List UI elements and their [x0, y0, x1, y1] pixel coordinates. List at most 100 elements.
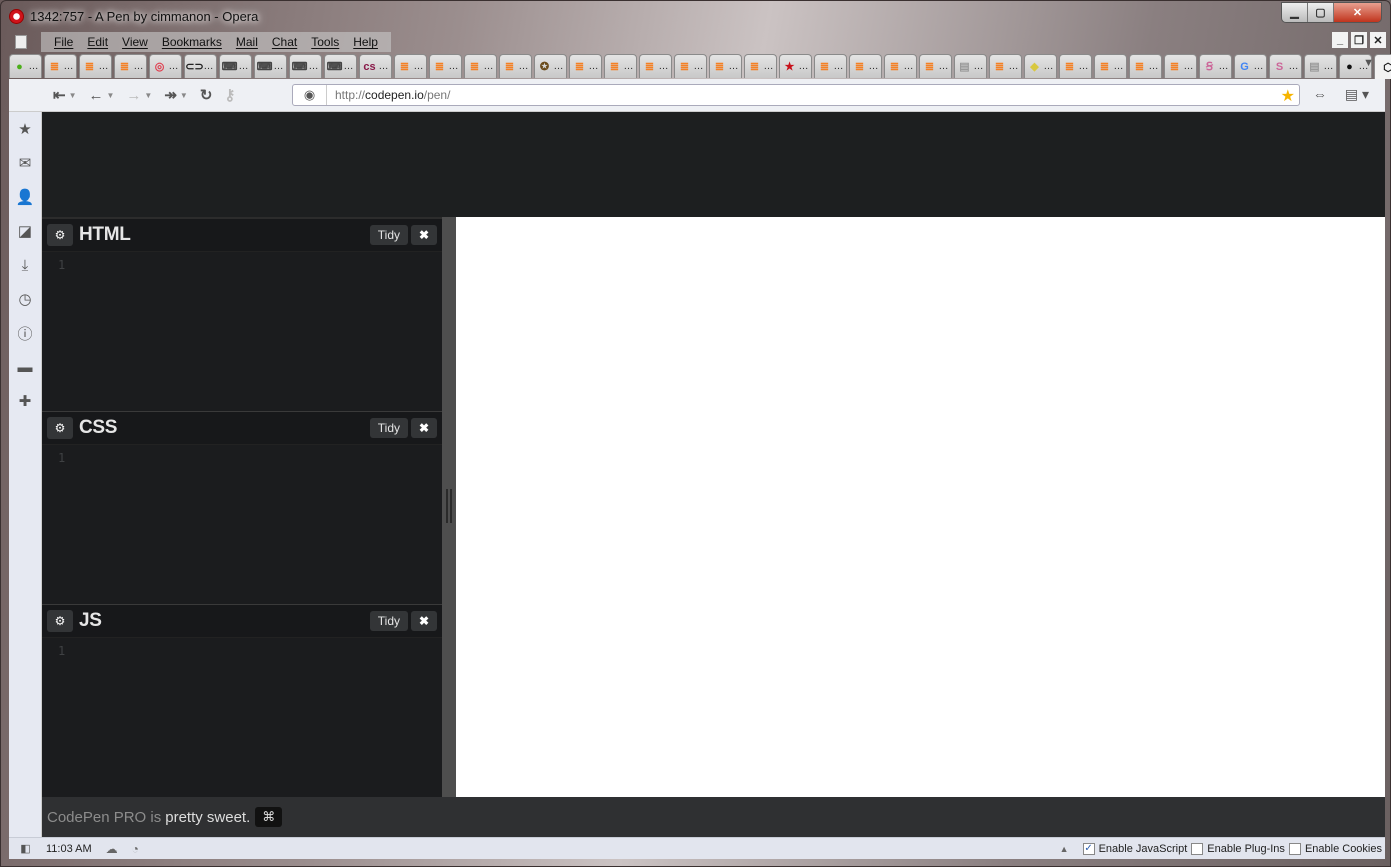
browser-tab[interactable]: ●…	[9, 54, 42, 78]
preview-pane[interactable]	[456, 217, 1385, 797]
browser-tab[interactable]: ⌨…	[219, 54, 252, 78]
enable-cookies-toggle[interactable]: Enable Cookies	[1288, 842, 1382, 855]
minimize-button[interactable]: ▁	[1282, 3, 1308, 22]
fit-to-width-icon[interactable]: ⇔	[1313, 86, 1327, 103]
back-button[interactable]: ← ▼	[89, 87, 115, 104]
code-editor-input[interactable]: 1	[42, 638, 442, 797]
browser-tab[interactable]: ≣…	[674, 54, 707, 78]
dropdown-arrow-icon[interactable]: ▼	[69, 91, 77, 100]
browser-tab[interactable]: ✪…	[534, 54, 567, 78]
menu-help[interactable]: Help	[346, 35, 385, 49]
chat-bubble-icon[interactable]: ▬	[9, 350, 41, 384]
close-editor-icon[interactable]: ✖	[411, 611, 437, 631]
close-window-button[interactable]: ✕	[1334, 3, 1381, 22]
settings-gear-icon[interactable]: ⚙	[47, 224, 73, 246]
contacts-icon[interactable]: 👤	[9, 180, 41, 214]
browser-tab[interactable]: ⌨…	[254, 54, 287, 78]
expand-up-icon[interactable]: ▲	[1060, 844, 1069, 854]
browser-tab[interactable]: ≣…	[1164, 54, 1197, 78]
browser-tab[interactable]: cs…	[359, 54, 392, 78]
reload-button[interactable]: ↻	[200, 86, 213, 104]
downloads-icon[interactable]: ⤓	[9, 248, 41, 282]
page-menu-icon[interactable]	[15, 35, 27, 49]
resize-grip-icon[interactable]	[446, 489, 452, 523]
enable-cookies-checkbox[interactable]	[1288, 842, 1301, 855]
browser-tab[interactable]: ≣…	[989, 54, 1022, 78]
forward-button[interactable]: → ▼	[126, 87, 152, 104]
browser-tab[interactable]: ≣…	[1129, 54, 1162, 78]
address-bar[interactable]: ◉ http://codepen.io/pen/ ★	[292, 84, 1300, 106]
browser-tab[interactable]: ≣…	[604, 54, 637, 78]
browser-tab[interactable]: ≣…	[849, 54, 882, 78]
pane-resizer[interactable]	[442, 217, 456, 797]
enable-plugins-toggle[interactable]: Enable Plug-Ins	[1191, 842, 1285, 855]
menu-chat[interactable]: Chat	[265, 35, 304, 49]
bookmarks-star-icon[interactable]: ★	[9, 112, 41, 146]
settings-gear-icon[interactable]: ⚙	[47, 610, 73, 632]
browser-tab[interactable]: ≣…	[639, 54, 672, 78]
menu-edit[interactable]: Edit	[80, 35, 115, 49]
mail-icon[interactable]: ✉	[9, 146, 41, 180]
fast-forward-button[interactable]: ↠ ▼	[164, 86, 188, 104]
browser-tab[interactable]: ⬡…	[1374, 54, 1391, 79]
toggle-panel-icon[interactable]: ◧	[9, 842, 42, 855]
browser-tab[interactable]: ≣…	[569, 54, 602, 78]
opera-logo-icon[interactable]	[9, 8, 24, 24]
browser-tab[interactable]: ▤…	[954, 54, 987, 78]
dropdown-arrow-icon[interactable]: ▼	[107, 91, 115, 100]
browser-tab[interactable]: ≣…	[744, 54, 777, 78]
close-editor-icon[interactable]: ✖	[411, 225, 437, 245]
browser-tab[interactable]: ≣…	[499, 54, 532, 78]
rewind-button[interactable]: ⇤ ▼	[53, 86, 77, 104]
tab-list-dropdown-icon[interactable]: ▼	[1363, 57, 1374, 69]
browser-tab[interactable]: ≣…	[464, 54, 497, 78]
dropdown-arrow-icon[interactable]: ▼	[180, 91, 188, 100]
dropdown-arrow-icon[interactable]: ▼	[144, 91, 152, 100]
browser-tab[interactable]: ≣…	[709, 54, 742, 78]
url-text[interactable]: http://codepen.io/pen/	[327, 88, 450, 102]
code-editor-input[interactable]: 1	[42, 445, 442, 604]
menu-file[interactable]: File	[47, 35, 80, 49]
wand-button[interactable]: ⚷	[224, 86, 235, 104]
enable-plugins-checkbox[interactable]	[1191, 842, 1204, 855]
browser-tab[interactable]: ≣…	[429, 54, 462, 78]
browser-tab[interactable]: ≣…	[79, 54, 112, 78]
doc-restore-button[interactable]: ❐	[1351, 32, 1367, 48]
browser-tab[interactable]: ★…	[779, 54, 812, 78]
tidy-button[interactable]: Tidy	[369, 611, 408, 631]
browser-tab[interactable]: ≣…	[884, 54, 917, 78]
doc-minimize-button[interactable]: _	[1332, 32, 1348, 48]
close-editor-icon[interactable]: ✖	[411, 418, 437, 438]
tidy-button[interactable]: Tidy	[369, 225, 408, 245]
doc-close-button[interactable]: ✕	[1370, 32, 1386, 48]
browser-tab[interactable]: ≣…	[394, 54, 427, 78]
maximize-button[interactable]: ▢	[1308, 3, 1334, 22]
browser-tab[interactable]: ⌨…	[324, 54, 357, 78]
opera-unite-cloud-icon[interactable]: ☁	[106, 842, 118, 856]
browser-tab[interactable]: ≣…	[919, 54, 952, 78]
menu-view[interactable]: View	[115, 35, 155, 49]
command-key-button[interactable]: ⌘	[255, 807, 283, 827]
enable-javascript-toggle[interactable]: ✓ Enable JavaScript	[1082, 842, 1187, 855]
browser-tab[interactable]: ≣…	[814, 54, 847, 78]
bookmark-star-icon[interactable]: ★	[1281, 86, 1295, 106]
browser-tab[interactable]: ▤…	[1304, 54, 1337, 78]
menu-bookmarks[interactable]: Bookmarks	[155, 35, 229, 49]
browser-tab[interactable]: ≣…	[1059, 54, 1092, 78]
opera-turbo-icon[interactable]: ◔	[132, 842, 139, 856]
globe-icon[interactable]: ◉	[293, 85, 327, 105]
browser-tab[interactable]: ⊂⊃…	[184, 54, 217, 78]
menu-mail[interactable]: Mail	[229, 35, 265, 49]
notes-icon[interactable]: ◪	[9, 214, 41, 248]
info-icon[interactable]: ⓘ	[9, 316, 41, 350]
browser-tab[interactable]: ≣…	[44, 54, 77, 78]
history-clock-icon[interactable]: ◷	[9, 282, 41, 316]
browser-tab[interactable]: ◎…	[149, 54, 182, 78]
browser-tab[interactable]: ≣…	[114, 54, 147, 78]
code-editor-input[interactable]: 1	[42, 252, 442, 411]
browser-tab[interactable]: G…	[1234, 54, 1267, 78]
browser-tab[interactable]: Ꞩ…	[1199, 54, 1232, 78]
settings-gear-icon[interactable]: ⚙	[47, 417, 73, 439]
browser-tab[interactable]: ⌨…	[289, 54, 322, 78]
enable-javascript-checkbox[interactable]: ✓	[1082, 842, 1095, 855]
